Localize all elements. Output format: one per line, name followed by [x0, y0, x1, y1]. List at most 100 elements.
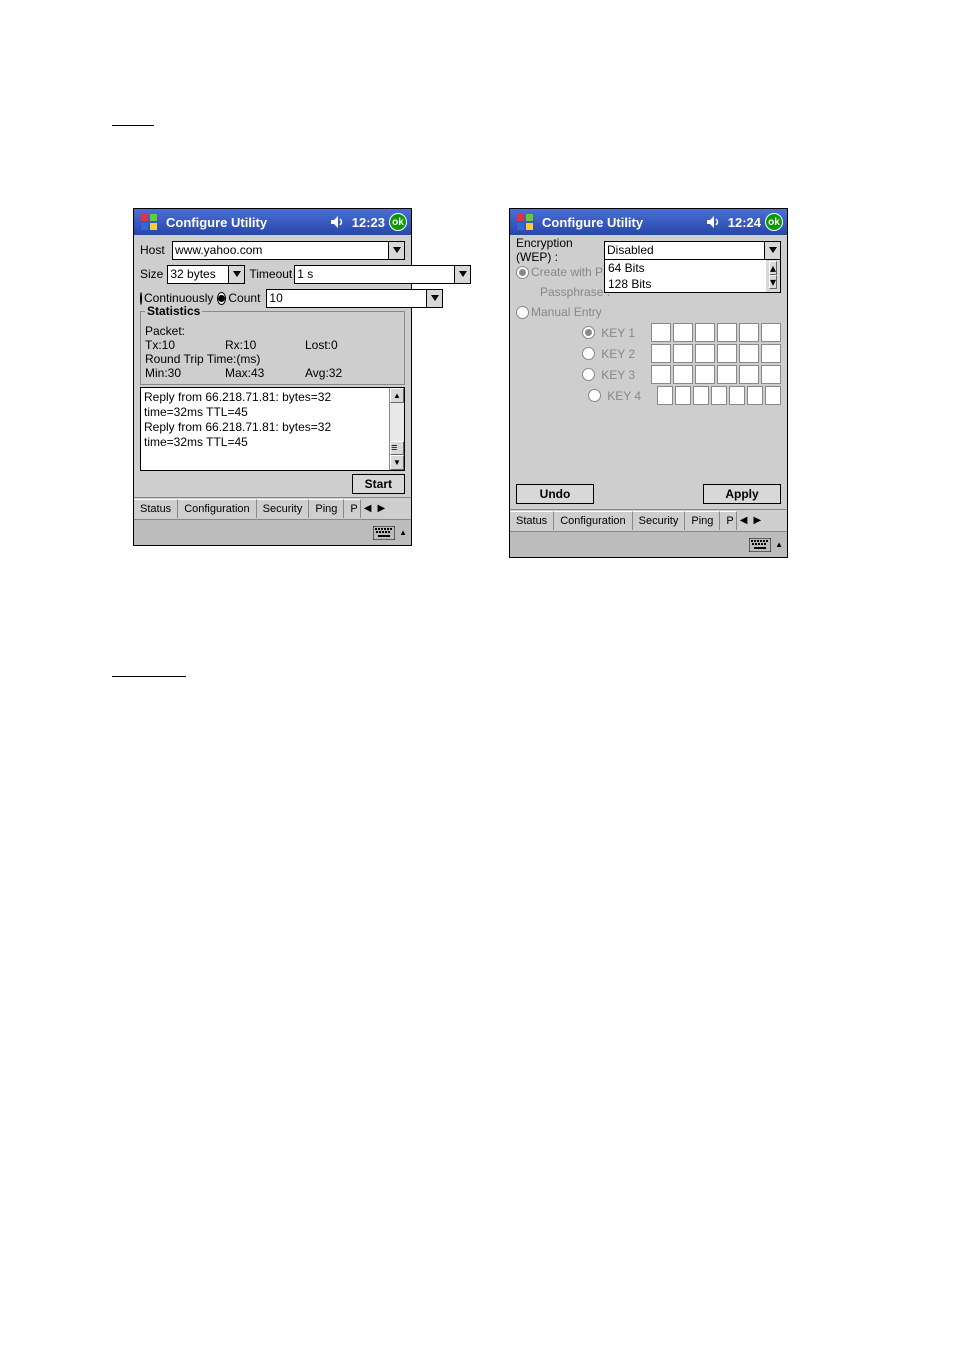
- key-box[interactable]: [693, 386, 709, 405]
- continuously-radio[interactable]: [140, 292, 142, 305]
- key3-label: KEY 3: [601, 368, 635, 382]
- sip-arrow-up-icon[interactable]: ▲: [399, 528, 407, 537]
- tab-truncated[interactable]: P: [720, 511, 736, 530]
- start-button[interactable]: Start: [352, 474, 405, 494]
- decorative-underline: [112, 125, 154, 126]
- tab-security[interactable]: Security: [257, 499, 310, 518]
- size-label: Size: [140, 267, 167, 281]
- ping-panel: Host Size Timeout Continuously: [134, 235, 411, 497]
- key-box[interactable]: [739, 323, 759, 342]
- key-box[interactable]: [651, 344, 671, 363]
- key4-inputs: [657, 386, 781, 405]
- tab-scroll-right-icon[interactable]: ▶: [374, 503, 388, 514]
- stats-lost: Lost:0: [305, 338, 338, 352]
- key-box[interactable]: [673, 365, 693, 384]
- key-box[interactable]: [761, 365, 781, 384]
- ping-screenshot: Configure Utility 12:23 ok Host Size Tim…: [133, 208, 412, 546]
- key3-inputs: [651, 365, 781, 384]
- encryption-label: Encryption (WEP) :: [516, 236, 600, 264]
- stats-max: Max:43: [225, 366, 305, 380]
- key1-label: KEY 1: [601, 326, 635, 340]
- output-line: Reply from 66.218.71.81: bytes=32: [144, 420, 386, 435]
- count-dropdown-arrow[interactable]: [427, 289, 443, 308]
- tab-scroll-left-icon[interactable]: ◀: [361, 503, 375, 514]
- stats-rx: Rx:10: [225, 338, 305, 352]
- stats-rtt-label: Round Trip Time:(ms): [145, 352, 400, 366]
- clock-text[interactable]: 12:23: [352, 215, 385, 230]
- host-input[interactable]: [172, 241, 389, 260]
- key-box[interactable]: [673, 323, 693, 342]
- output-line: Reply from 66.218.71.81: bytes=32: [144, 390, 386, 405]
- tab-truncated[interactable]: P: [344, 499, 360, 518]
- key-box[interactable]: [695, 365, 715, 384]
- size-dropdown-arrow[interactable]: [229, 265, 245, 284]
- scroll-down-icon[interactable]: ▼: [390, 455, 404, 470]
- encryption-select[interactable]: [604, 241, 765, 260]
- tab-status[interactable]: Status: [510, 511, 554, 530]
- host-dropdown-arrow[interactable]: [389, 241, 405, 260]
- keyboard-icon[interactable]: [747, 535, 773, 555]
- count-radio[interactable]: [217, 292, 226, 305]
- output-line: time=32ms TTL=45: [144, 435, 386, 450]
- scroll-down-icon[interactable]: ▾: [769, 275, 777, 289]
- key-box[interactable]: [711, 386, 727, 405]
- title-bar: Configure Utility 12:24 ok: [510, 209, 787, 235]
- tab-ping[interactable]: Ping: [309, 499, 344, 518]
- output-scrollbar[interactable]: ▲ ≡ ▼: [389, 388, 404, 470]
- stats-min: Min:30: [145, 366, 225, 380]
- key-box[interactable]: [747, 386, 763, 405]
- key-box[interactable]: [657, 386, 673, 405]
- tab-bar: Status Configuration Security Ping P ◀ ▶: [134, 497, 411, 519]
- tab-ping[interactable]: Ping: [685, 511, 720, 530]
- key-box[interactable]: [761, 344, 781, 363]
- tab-configuration[interactable]: Configuration: [178, 499, 256, 518]
- key-box[interactable]: [739, 365, 759, 384]
- key-box[interactable]: [675, 386, 691, 405]
- scroll-up-icon[interactable]: ▴: [769, 261, 777, 275]
- key-box[interactable]: [651, 365, 671, 384]
- key-box[interactable]: [729, 386, 745, 405]
- scroll-track[interactable]: [390, 403, 404, 441]
- undo-button[interactable]: Undo: [516, 484, 594, 504]
- key-box[interactable]: [673, 344, 693, 363]
- key1-inputs: [651, 323, 781, 342]
- ok-button[interactable]: ok: [389, 213, 407, 231]
- key-box[interactable]: [717, 365, 737, 384]
- windows-logo-icon[interactable]: [514, 211, 536, 233]
- scroll-thumb[interactable]: ≡: [390, 441, 404, 455]
- timeout-dropdown-arrow[interactable]: [455, 265, 471, 284]
- ok-button[interactable]: ok: [765, 213, 783, 231]
- encryption-dropdown-arrow[interactable]: [765, 241, 781, 260]
- key4-label: KEY 4: [607, 389, 641, 403]
- key-box[interactable]: [695, 344, 715, 363]
- sip-arrow-up-icon[interactable]: ▲: [775, 540, 783, 549]
- size-input[interactable]: [167, 265, 229, 284]
- scroll-up-icon[interactable]: ▲: [390, 388, 404, 403]
- tab-configuration[interactable]: Configuration: [554, 511, 632, 530]
- key-box[interactable]: [651, 323, 671, 342]
- encryption-option-128[interactable]: 128 Bits: [605, 276, 780, 292]
- key-box[interactable]: [717, 344, 737, 363]
- windows-logo-icon[interactable]: [138, 211, 160, 233]
- key-box[interactable]: [765, 386, 781, 405]
- host-label: Host: [140, 243, 172, 257]
- tab-scroll-right-icon[interactable]: ▶: [750, 515, 764, 526]
- count-input[interactable]: [266, 289, 427, 308]
- tab-status[interactable]: Status: [134, 499, 178, 518]
- tab-scroll-left-icon[interactable]: ◀: [737, 515, 751, 526]
- volume-icon[interactable]: [706, 215, 724, 229]
- key-box[interactable]: [695, 323, 715, 342]
- volume-icon[interactable]: [330, 215, 348, 229]
- tab-security[interactable]: Security: [633, 511, 686, 530]
- statistics-group: Statistics Packet: Tx:10 Rx:10 Lost:0 Ro…: [140, 311, 405, 385]
- key-box[interactable]: [761, 323, 781, 342]
- keyboard-icon[interactable]: [371, 523, 397, 543]
- key-box[interactable]: [739, 344, 759, 363]
- sip-bar: ▲: [510, 531, 787, 557]
- key-box[interactable]: [717, 323, 737, 342]
- encryption-dropdown-list[interactable]: 64 Bits 128 Bits ▴ ▾: [604, 259, 781, 293]
- clock-text[interactable]: 12:24: [728, 215, 761, 230]
- apply-button[interactable]: Apply: [703, 484, 781, 504]
- encryption-option-64[interactable]: 64 Bits: [605, 260, 780, 276]
- timeout-input[interactable]: [294, 265, 455, 284]
